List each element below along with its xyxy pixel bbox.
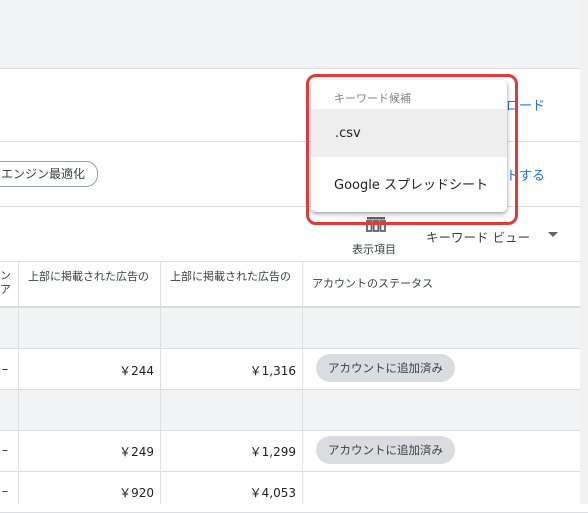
header-cell[interactable]: 上部に掲載された広告の [28,270,154,284]
columns-label[interactable]: 表示項目 [352,241,396,257]
cell-dash: – [2,362,8,376]
header-cell[interactable]: ン ア [0,269,16,297]
cell-dash: – [2,484,8,498]
scrollbar[interactable] [580,0,588,504]
header-cell[interactable]: アカウントのステータス [312,277,472,291]
header-cell[interactable]: 上部に掲載された広告の [170,270,296,284]
status-badge: アカウントに追加済み [316,354,455,382]
caret-down-icon[interactable] [548,232,558,237]
group-row [0,390,588,431]
filter-chip[interactable]: エンジン最適化 [0,161,99,187]
cell-dash: – [2,443,8,457]
cell-low-bid: ￥244 [119,364,154,378]
status-badge: アカウントに追加済み [316,436,455,464]
cell-low-bid: ￥249 [119,445,154,459]
highlight-frame [306,74,518,225]
keyword-view-select[interactable]: キーワード ビュー [426,227,530,246]
column-divider [18,262,19,504]
group-row [0,308,588,349]
column-divider [160,262,161,504]
cell-high-bid: ￥1,299 [249,445,296,459]
cell-high-bid: ￥1,316 [249,364,296,378]
top-band [0,0,588,69]
table-header [0,262,588,308]
column-divider [302,262,303,504]
cell-low-bid: ￥920 [119,486,154,500]
cell-high-bid: ￥4,053 [249,486,296,500]
